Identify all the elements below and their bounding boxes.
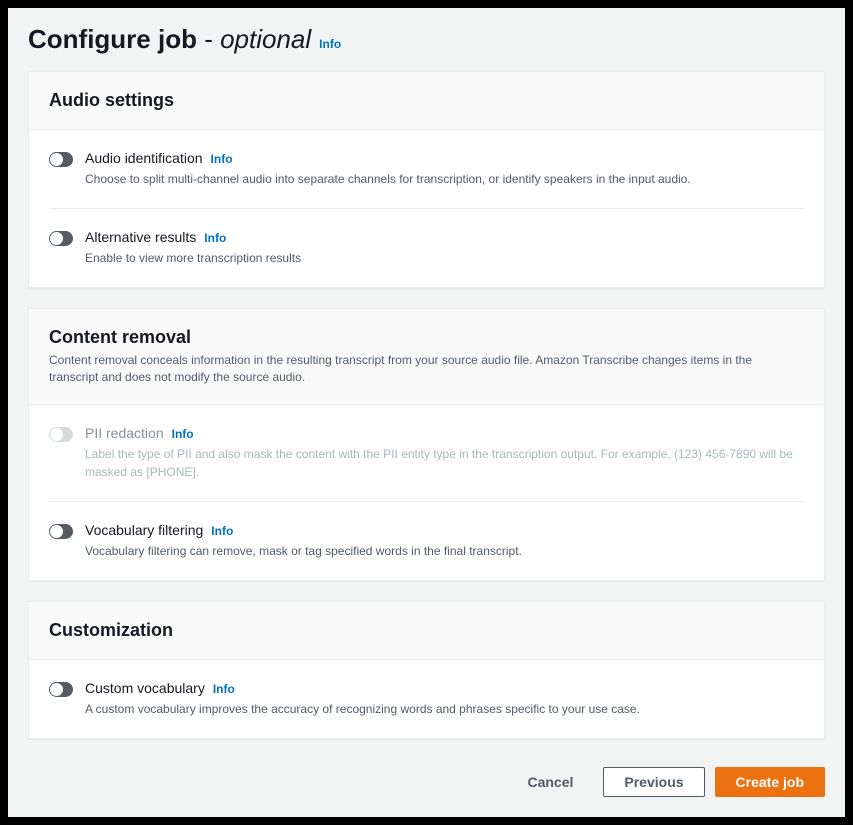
custom-vocabulary-label-row: Custom vocabulary Info	[85, 680, 804, 696]
content-removal-body: PII redaction Info Label the type of PII…	[29, 405, 824, 580]
alternative-results-description: Enable to view more transcription result…	[85, 249, 804, 267]
alternative-results-label: Alternative results	[85, 229, 196, 245]
custom-vocabulary-info-link[interactable]: Info	[213, 682, 235, 696]
custom-vocabulary-toggle[interactable]	[49, 682, 73, 697]
pii-redaction-content: PII redaction Info Label the type of PII…	[85, 425, 804, 481]
content-removal-panel: Content removal Content removal conceals…	[28, 308, 825, 581]
content-removal-header: Content removal Content removal conceals…	[29, 309, 824, 405]
pii-redaction-toggle	[49, 427, 73, 442]
pii-redaction-label-row: PII redaction Info	[85, 425, 804, 441]
customization-title: Customization	[49, 620, 804, 641]
alternative-results-toggle[interactable]	[49, 231, 73, 246]
pii-redaction-row: PII redaction Info Label the type of PII…	[49, 405, 804, 502]
page-title-main: Configure job	[28, 24, 197, 54]
customization-panel: Customization Custom vocabulary Info A c…	[28, 601, 825, 739]
content-removal-subtitle: Content removal conceals information in …	[49, 352, 804, 386]
custom-vocabulary-content: Custom vocabulary Info A custom vocabula…	[85, 680, 804, 718]
alternative-results-label-row: Alternative results Info	[85, 229, 804, 245]
previous-button[interactable]: Previous	[603, 767, 704, 797]
vocabulary-filtering-toggle[interactable]	[49, 524, 73, 539]
pii-redaction-label: PII redaction	[85, 425, 164, 441]
vocabulary-filtering-info-link[interactable]: Info	[211, 524, 233, 538]
audio-settings-header: Audio settings	[29, 72, 824, 130]
alternative-results-content: Alternative results Info Enable to view …	[85, 229, 804, 267]
custom-vocabulary-label: Custom vocabulary	[85, 680, 205, 696]
alternative-results-row: Alternative results Info Enable to view …	[49, 209, 804, 287]
audio-settings-title: Audio settings	[49, 90, 804, 111]
custom-vocabulary-row: Custom vocabulary Info A custom vocabula…	[49, 660, 804, 738]
vocabulary-filtering-label-row: Vocabulary filtering Info	[85, 522, 804, 538]
page-header: Configure job - optional Info	[28, 24, 825, 55]
custom-vocabulary-description: A custom vocabulary improves the accurac…	[85, 700, 804, 718]
vocabulary-filtering-description: Vocabulary filtering can remove, mask or…	[85, 542, 804, 560]
cancel-button[interactable]: Cancel	[507, 768, 593, 796]
vocabulary-filtering-row: Vocabulary filtering Info Vocabulary fil…	[49, 502, 804, 580]
create-job-button[interactable]: Create job	[715, 767, 825, 797]
vocabulary-filtering-label: Vocabulary filtering	[85, 522, 203, 538]
page-title-separator: -	[197, 24, 220, 54]
audio-identification-row: Audio identification Info Choose to spli…	[49, 130, 804, 209]
vocabulary-filtering-content: Vocabulary filtering Info Vocabulary fil…	[85, 522, 804, 560]
alternative-results-info-link[interactable]: Info	[204, 231, 226, 245]
pii-redaction-info-link[interactable]: Info	[172, 427, 194, 441]
customization-header: Customization	[29, 602, 824, 660]
footer: Cancel Previous Create job	[28, 759, 825, 797]
audio-identification-toggle[interactable]	[49, 152, 73, 167]
pii-redaction-description: Label the type of PII and also mask the …	[85, 445, 804, 481]
customization-body: Custom vocabulary Info A custom vocabula…	[29, 660, 824, 738]
audio-settings-body: Audio identification Info Choose to spli…	[29, 130, 824, 287]
page-info-link[interactable]: Info	[319, 37, 341, 51]
audio-identification-label: Audio identification	[85, 150, 203, 166]
audio-identification-label-row: Audio identification Info	[85, 150, 804, 166]
audio-identification-description: Choose to split multi-channel audio into…	[85, 170, 804, 188]
page-title: Configure job - optional	[28, 24, 311, 55]
content-removal-title: Content removal	[49, 327, 804, 348]
page-title-suffix: optional	[220, 24, 311, 54]
audio-identification-info-link[interactable]: Info	[211, 152, 233, 166]
audio-settings-panel: Audio settings Audio identification Info…	[28, 71, 825, 288]
configure-job-page: Configure job - optional Info Audio sett…	[8, 8, 845, 817]
audio-identification-content: Audio identification Info Choose to spli…	[85, 150, 804, 188]
